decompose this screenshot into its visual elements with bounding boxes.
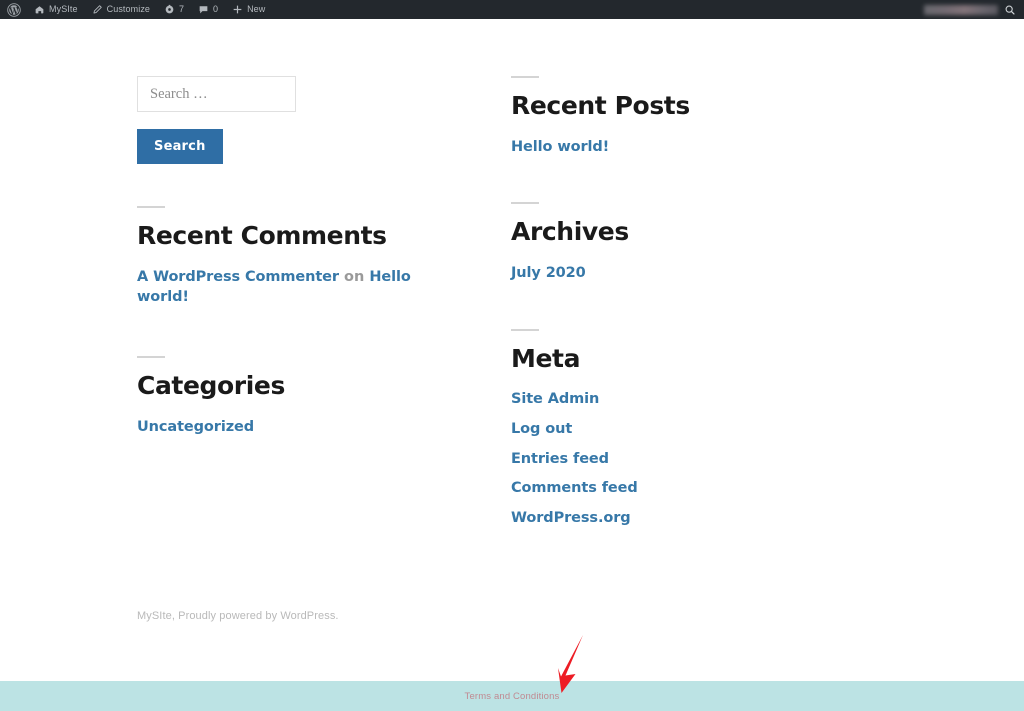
site-credit: MySIte, Proudly powered by WordPress. (137, 610, 339, 622)
widget-rule (137, 206, 165, 208)
meta-list: Site Admin Log out Entries feed Comments… (511, 389, 841, 529)
recent-posts-list: Hello world! (511, 137, 841, 158)
widget-title-meta: Meta (511, 343, 581, 373)
widget-column-left: Search Recent Comments A WordPress Comme… (137, 76, 467, 446)
search-submit-button[interactable]: Search (137, 129, 223, 164)
admin-bar-new-content[interactable]: New (225, 0, 272, 19)
home-icon (34, 4, 45, 15)
recent-comments-list: A WordPress Commenter on Hello world! (137, 267, 467, 309)
widget-rule (511, 328, 539, 331)
updates-icon (164, 4, 175, 15)
widget-title-recent-posts: Recent Posts (511, 91, 690, 120)
archive-link-july-2020[interactable]: July 2020 (511, 265, 586, 281)
admin-bar-comments-count: 0 (213, 4, 219, 14)
search-input[interactable] (137, 76, 296, 112)
admin-bar-new-label: New (247, 4, 266, 14)
comment-author-link[interactable]: A WordPress Commenter (137, 269, 339, 285)
admin-bar-customize[interactable]: Customize (85, 0, 157, 19)
comment-separator: on (338, 268, 370, 285)
widget-recent-posts: Recent Posts Hello world! (511, 76, 841, 157)
widget-archives: Archives July 2020 (511, 202, 841, 283)
widget-meta: Meta Site Admin Log out Entries feed Com… (511, 328, 841, 529)
archives-list: July 2020 (511, 263, 841, 284)
categories-list: Uncategorized (137, 417, 467, 438)
admin-bar-customize-label: Customize (106, 4, 151, 14)
plus-icon (232, 4, 243, 15)
admin-bar-wp-logo[interactable] (0, 0, 27, 19)
list-item: Log out (511, 419, 841, 440)
widget-title-categories: Categories (137, 371, 285, 401)
meta-link-site-admin[interactable]: Site Admin (511, 391, 599, 407)
comment-bubble-icon (198, 4, 209, 15)
widget-recent-comments: Recent Comments A WordPress Commenter on… (137, 206, 467, 308)
meta-link-entries-feed[interactable]: Entries feed (511, 451, 609, 467)
search-icon[interactable] (1004, 4, 1016, 16)
widget-rule (137, 356, 165, 359)
widget-search: Search (137, 76, 467, 164)
admin-bar-right-group (924, 4, 1024, 16)
pencil-icon (92, 4, 103, 15)
admin-bar-updates-count: 7 (179, 4, 185, 14)
recent-post-link-hello-world[interactable]: Hello world! (511, 139, 609, 155)
list-item: Uncategorized (137, 417, 467, 438)
list-item: July 2020 (511, 263, 841, 284)
list-item: Comments feed (511, 478, 841, 499)
admin-bar-updates[interactable]: 7 (157, 0, 191, 19)
wordpress-logo-icon (7, 2, 21, 17)
wp-admin-bar: MySIte Customize 7 0 New (0, 0, 1024, 19)
widget-title-recent-comments: Recent Comments (137, 221, 387, 250)
meta-link-log-out[interactable]: Log out (511, 421, 572, 437)
widget-rule (511, 202, 539, 205)
admin-bar-site-name[interactable]: MySIte (27, 0, 85, 19)
admin-bar-account-redacted[interactable] (924, 4, 998, 15)
widget-categories: Categories Uncategorized (137, 356, 467, 437)
list-item: A WordPress Commenter on Hello world! (137, 267, 467, 309)
list-item: Entries feed (511, 449, 841, 470)
list-item: Hello world! (511, 137, 841, 158)
widget-column-right: Recent Posts Hello world! Archives July … (511, 76, 841, 538)
terms-and-conditions-bar: Terms and Conditions (0, 681, 1024, 711)
list-item: WordPress.org (511, 508, 841, 529)
category-link-uncategorized[interactable]: Uncategorized (137, 419, 254, 435)
meta-link-wordpress-org[interactable]: WordPress.org (511, 510, 631, 526)
admin-bar-site-name-label: MySIte (49, 4, 78, 14)
widget-title-archives: Archives (511, 217, 629, 247)
list-item: Site Admin (511, 389, 841, 410)
meta-link-comments-feed[interactable]: Comments feed (511, 480, 638, 496)
terms-and-conditions-link[interactable]: Terms and Conditions (465, 691, 560, 702)
admin-bar-comments[interactable]: 0 (191, 0, 225, 19)
site-body: Search Recent Comments A WordPress Comme… (0, 19, 1024, 711)
widget-rule (511, 76, 539, 78)
